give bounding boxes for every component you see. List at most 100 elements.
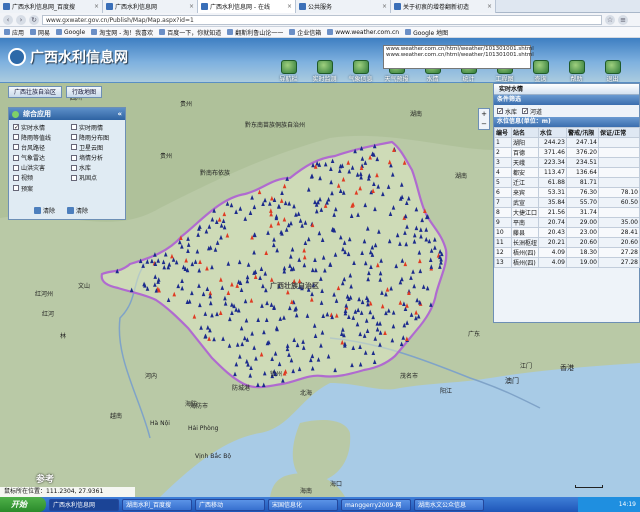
layer-option[interactable]: 卫星云图: [71, 143, 127, 152]
checkbox[interactable]: [71, 124, 77, 130]
forward-arrow-icon[interactable]: ›: [16, 14, 26, 25]
bookmark-item[interactable]: 网易: [30, 28, 50, 37]
table-row[interactable]: 5 迁江 61.88 81.71: [494, 177, 640, 188]
close-icon[interactable]: ×: [189, 3, 194, 10]
map-label: 黔南布依族: [200, 169, 230, 177]
table-row[interactable]: 10 藤县 20.43 23.00 28.41: [494, 227, 640, 238]
checkbox[interactable]: [71, 164, 77, 171]
tool-button[interactable]: 帮助: [560, 60, 593, 83]
checkbox[interactable]: ✓: [522, 108, 528, 115]
bookmark-item[interactable]: 应用: [4, 28, 24, 37]
table-row[interactable]: 11 长洲枢纽 20.21 20.60 20.60: [494, 237, 640, 248]
column-header[interactable]: 编号: [494, 127, 512, 138]
table-cell: 234.51: [566, 157, 599, 168]
tool-button[interactable]: 气象信息: [344, 60, 377, 83]
tool-button[interactable]: 导航栏: [272, 60, 305, 83]
layer-option[interactable]: 巩固点: [71, 174, 127, 182]
checkbox[interactable]: ✓: [497, 108, 503, 115]
layer-option[interactable]: 视频: [13, 174, 71, 182]
column-header[interactable]: 水位: [538, 127, 567, 138]
browser-tab[interactable]: 公共服务 ×: [296, 0, 391, 13]
bookmark-item[interactable]: www.weather.com.cn: [327, 29, 399, 36]
layer-option[interactable]: 降雨等值线: [13, 133, 71, 142]
table-row[interactable]: 7 武宣 35.84 55.70 60.50: [494, 197, 640, 208]
checkbox[interactable]: [13, 164, 19, 171]
checkbox[interactable]: [13, 174, 19, 181]
checkbox[interactable]: [13, 185, 19, 192]
zoom-out-icon[interactable]: −: [479, 119, 489, 129]
browser-tab[interactable]: 广西水利信息网_百度搜 ×: [0, 0, 103, 13]
weather-link[interactable]: www.weather.com.cn/html/weather/10130100…: [386, 52, 534, 59]
map-type-select[interactable]: 行政地图: [66, 86, 103, 98]
table-row[interactable]: 12 梧州(四) 4.09 18.30 27.28: [494, 247, 640, 258]
close-icon[interactable]: ×: [487, 3, 492, 10]
column-header[interactable]: 站名: [511, 127, 539, 138]
taskbar-item[interactable]: 湖南水文公众信息: [414, 498, 484, 511]
table-row[interactable]: 1 湖阳 244.23 247.14: [494, 137, 640, 148]
taskbar-item[interactable]: 宋国信息化: [268, 498, 338, 511]
table-cell: 大捷江口: [511, 207, 539, 218]
url-input[interactable]: www.gxwater.gov.cn/Publish/Map/Map.aspx?…: [42, 14, 602, 25]
back-arrow-icon[interactable]: ‹: [3, 14, 13, 25]
checkbox[interactable]: ✓: [13, 124, 19, 131]
column-header[interactable]: 保证/正常: [598, 127, 640, 138]
close-icon[interactable]: ×: [382, 3, 387, 10]
checkbox[interactable]: [71, 154, 77, 161]
checkbox[interactable]: [13, 134, 19, 141]
layer-option[interactable]: 降雨分布图: [71, 133, 127, 142]
bookmark-item[interactable]: 翻斯利鲁山论一一: [227, 28, 283, 37]
table-row[interactable]: 2 百德 371.46 376.20: [494, 147, 640, 158]
menu-icon[interactable]: ≡: [618, 14, 628, 25]
layer-option[interactable]: ✓ 实时水情: [13, 123, 71, 132]
checkbox[interactable]: [71, 144, 77, 151]
region-select[interactable]: 广西壮族自治区: [8, 86, 63, 98]
layer-option[interactable]: 水库: [71, 164, 127, 172]
table-row[interactable]: 4 都安 113.47 136.64: [494, 167, 640, 178]
filter-river[interactable]: ✓ 河道: [522, 107, 542, 116]
start-button[interactable]: 开始: [0, 497, 46, 512]
query-button[interactable]: 清除: [34, 206, 55, 215]
layer-option[interactable]: 气象雷达: [13, 154, 71, 162]
checkbox[interactable]: [71, 134, 77, 141]
table-row[interactable]: 3 天峨 223.34 234.51: [494, 157, 640, 168]
browser-tab-active[interactable]: 广西水利信息网 - 在线 ×: [198, 0, 296, 13]
tool-button[interactable]: 实时监测: [308, 60, 341, 83]
collapse-icon[interactable]: «: [117, 108, 122, 120]
layer-option[interactable]: 台风路径: [13, 143, 71, 152]
checkbox[interactable]: [13, 154, 19, 161]
browser-tab[interactable]: 关于初衷的增卷翻新初造 ×: [391, 0, 496, 13]
taskbar-item[interactable]: 广西移动: [195, 498, 265, 511]
close-icon[interactable]: ×: [94, 3, 99, 10]
checkbox[interactable]: [13, 144, 19, 151]
zoom-in-icon[interactable]: +: [479, 109, 489, 119]
column-header[interactable]: 警戒/汛限: [566, 127, 599, 138]
map-viewport[interactable]: 四川 贵州 黔东南苗族侗族自治州 贵州 黔南布依族 湖南 湖南 红河州 红河 文…: [0, 38, 640, 497]
browser-tab[interactable]: 广西水利信息网 ×: [103, 0, 198, 13]
taskbar-item[interactable]: 湖南水利_百度搜: [122, 498, 192, 511]
bookmark-item[interactable]: 淘宝网 - 淘！我喜欢: [91, 28, 153, 37]
table-row[interactable]: 13 梧州(四) 4.09 19.00 27.28: [494, 257, 640, 268]
bookmark-item[interactable]: 企业信箱: [289, 28, 321, 37]
taskbar-item[interactable]: manggerry2009-网: [341, 498, 411, 511]
star-icon[interactable]: ☆: [605, 14, 615, 25]
layer-option[interactable]: 预案: [13, 184, 71, 193]
table-row[interactable]: 6 来宾 53.31 76.30 78.10: [494, 187, 640, 198]
clear-button[interactable]: 清除: [67, 206, 88, 215]
bookmark-item[interactable]: 百度一下，你就知道: [159, 28, 221, 37]
tool-button[interactable]: 退出: [596, 60, 629, 83]
filter-reservoir[interactable]: ✓ 水库: [497, 107, 517, 116]
bookmark-item[interactable]: Google 地图: [405, 28, 448, 37]
site-logo[interactable]: 广西水利信息网: [8, 47, 128, 67]
bookmark-item[interactable]: Google: [56, 29, 85, 36]
layer-option[interactable]: 山洪灾害: [13, 164, 71, 172]
taskbar-item[interactable]: 广西水利信息网: [49, 498, 119, 511]
weather-link-popup[interactable]: www.weather.com.cn/html/weather/10130100…: [383, 45, 534, 69]
tab-realtime-water[interactable]: 实时水情: [494, 84, 639, 95]
checkbox[interactable]: [71, 174, 77, 181]
table-row[interactable]: 8 大捷江口 21.56 31.74: [494, 207, 640, 218]
reload-icon[interactable]: ↻: [29, 14, 39, 25]
table-row[interactable]: 9 平南 20.74 29.00 35.00: [494, 217, 640, 228]
close-icon[interactable]: ×: [287, 3, 292, 10]
layer-option[interactable]: 墒情分析: [71, 154, 127, 162]
layer-option[interactable]: 实时雨情: [71, 123, 127, 132]
